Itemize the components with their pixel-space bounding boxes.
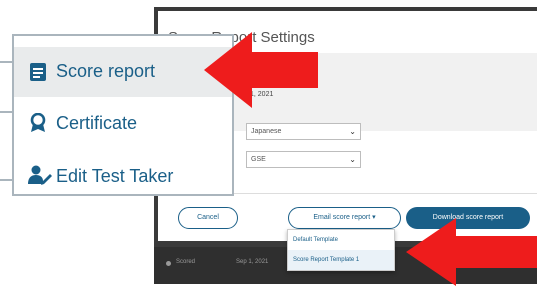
arrow-pointer-icon <box>406 218 537 286</box>
certificate-label: Certificate <box>56 113 138 133</box>
menu-item-certificate[interactable]: Certificate <box>14 106 232 156</box>
arrow-pointer-icon <box>204 32 318 108</box>
score-report-label: Score report <box>56 61 156 81</box>
user-edit-icon <box>28 165 52 185</box>
award-ribbon-icon <box>30 113 46 132</box>
document-icon <box>30 63 46 81</box>
menu-item-edit-test-taker[interactable]: Edit Test Taker <box>14 156 232 206</box>
edit-test-taker-label: Edit Test Taker <box>56 166 174 186</box>
